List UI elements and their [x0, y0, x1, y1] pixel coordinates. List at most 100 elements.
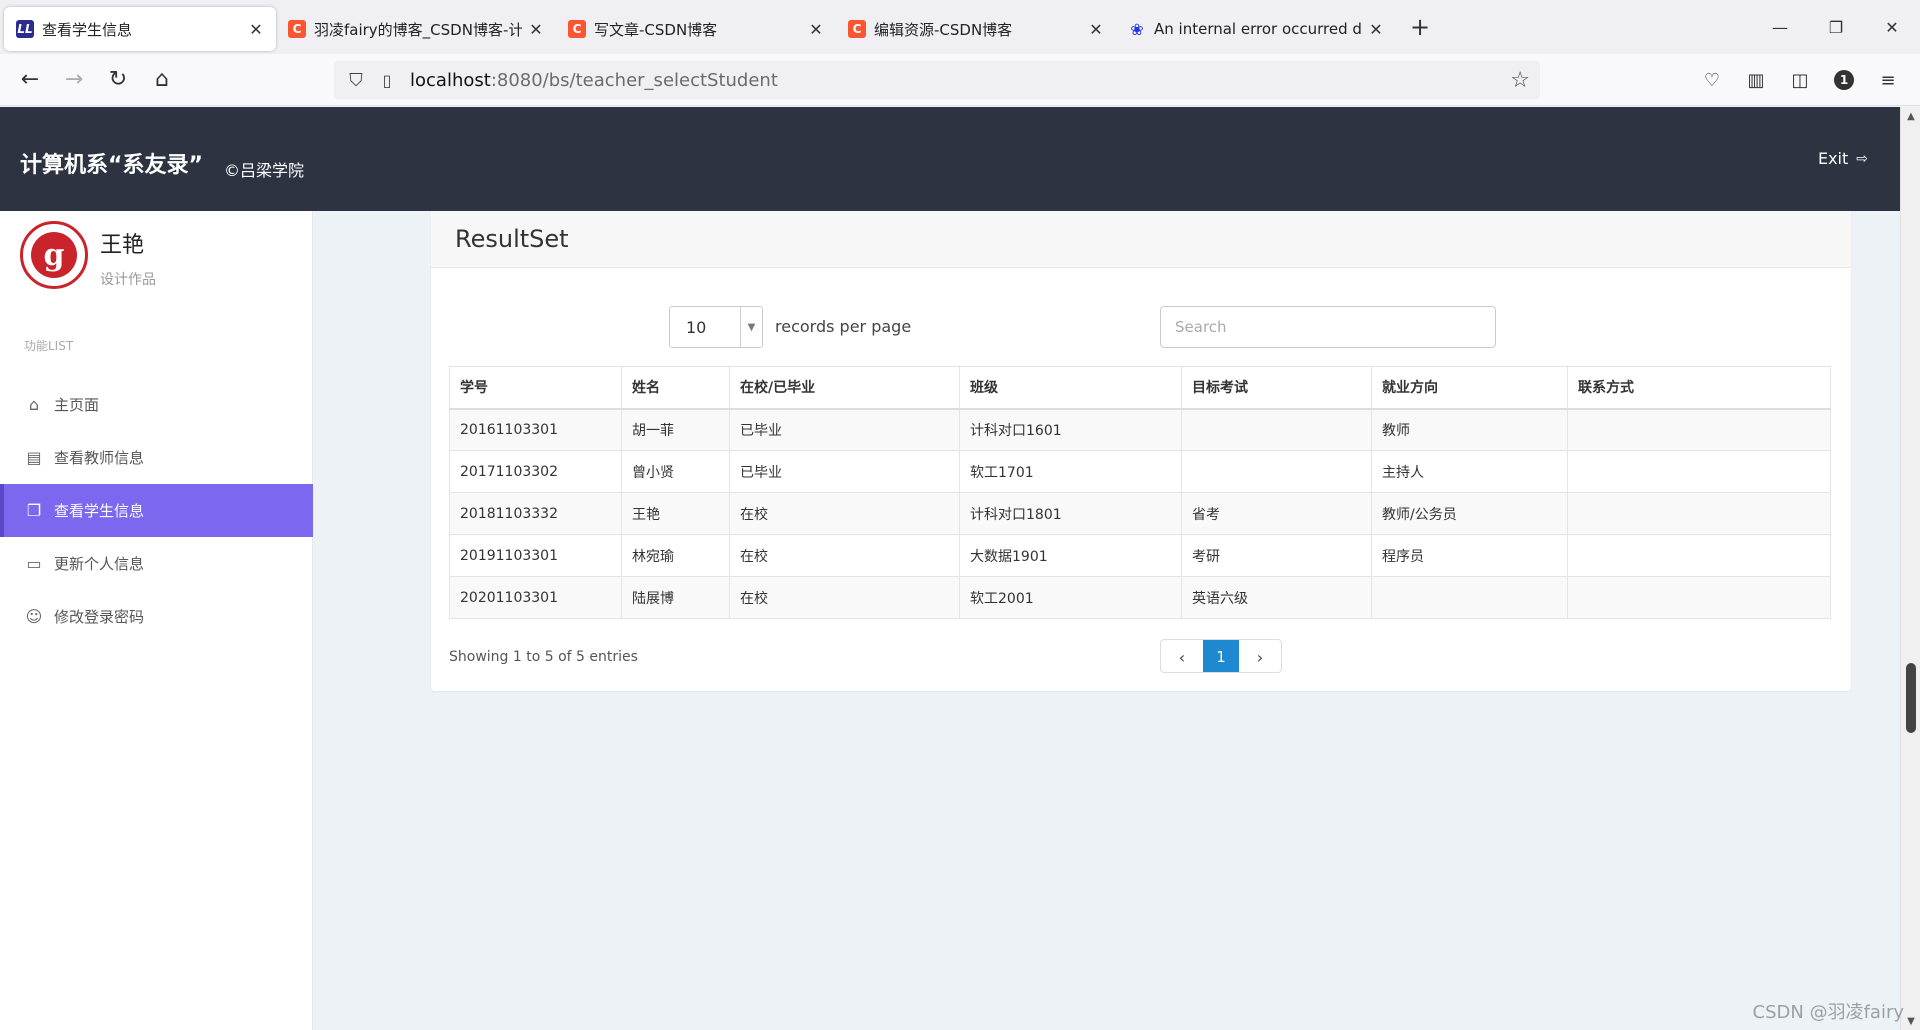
- previous-page-icon[interactable]: ‹: [1161, 640, 1203, 672]
- url-path: :8080/bs/teacher_selectStudent: [490, 69, 778, 91]
- sidebar: g 王艳 设计作品 功能LIST ⌂ 主页面 ▤ 查看教师信息 ❐ 查看学生信息…: [0, 211, 313, 1030]
- table-cell: 在校: [729, 534, 960, 577]
- sidebar-item-label: 主页面: [54, 396, 100, 414]
- browser-tab[interactable]: ❀ An internal error occurred du ✕: [1116, 7, 1396, 51]
- table-row: 20181103332 王艳 在校 计科对口1801 省考 教师/公务员: [449, 492, 1831, 535]
- table-cell: 在校: [729, 492, 960, 535]
- students-table: 学号 姓名 在校/已毕业 班级 目标考试 就业方向 联系方式 201611033…: [449, 366, 1831, 619]
- table-cell: 林宛瑜: [621, 534, 730, 577]
- scroll-up-icon[interactable]: ▲: [1901, 107, 1920, 125]
- tab-title: 查看学生信息: [42, 20, 133, 39]
- table-cell: 教师/公务员: [1371, 492, 1568, 535]
- close-tab-icon[interactable]: ✕: [1368, 20, 1384, 39]
- table-cell: [1567, 492, 1831, 535]
- bookmark-star-icon[interactable]: ☆: [1510, 68, 1530, 93]
- page-scrollbar[interactable]: ▲ ▼: [1900, 107, 1920, 1030]
- menu-hamburger-icon[interactable]: ≡: [1866, 58, 1910, 102]
- browser-tab[interactable]: C 羽凌fairy的博客_CSDN博客-计 ✕: [276, 7, 556, 51]
- tab-title: 羽凌fairy的博客_CSDN博客-计: [314, 20, 522, 39]
- browser-tab-bar: LL 查看学生信息 ✕ C 羽凌fairy的博客_CSDN博客-计 ✕ C 写文…: [0, 0, 1920, 54]
- table-cell: 王艳: [621, 492, 730, 535]
- close-window-icon[interactable]: ✕: [1864, 0, 1920, 54]
- page-icon[interactable]: ▯: [376, 71, 398, 90]
- column-header[interactable]: 姓名: [621, 366, 730, 410]
- table-cell: 软工1701: [959, 450, 1182, 493]
- page-length-select[interactable]: 10 ▼: [669, 306, 763, 348]
- table-controls: 10 ▼ records per page: [431, 306, 1851, 348]
- column-header[interactable]: 联系方式: [1567, 366, 1831, 410]
- account-badge[interactable]: 1: [1822, 58, 1866, 102]
- table-cell: 已毕业: [729, 408, 960, 451]
- column-header[interactable]: 班级: [959, 366, 1182, 410]
- column-header[interactable]: 目标考试: [1181, 366, 1372, 410]
- table-cell: [1567, 576, 1831, 619]
- tab-title: 编辑资源-CSDN博客: [874, 20, 1013, 39]
- column-header[interactable]: 就业方向: [1371, 366, 1568, 410]
- browser-tab[interactable]: C 写文章-CSDN博客 ✕: [556, 7, 836, 51]
- forward-icon[interactable]: →: [52, 58, 96, 102]
- table-row: 20161103301 胡一菲 已毕业 计科对口1601 教师: [449, 408, 1831, 451]
- sidebar-item-home[interactable]: ⌂ 主页面: [0, 378, 313, 431]
- close-tab-icon[interactable]: ✕: [808, 20, 824, 39]
- table-cell: [1181, 408, 1372, 451]
- shield-icon[interactable]: ⛉: [344, 70, 368, 91]
- site-favicon-icon: LL: [16, 20, 34, 38]
- close-tab-icon[interactable]: ✕: [248, 20, 264, 39]
- minimize-icon[interactable]: —: [1752, 0, 1808, 54]
- browser-tab[interactable]: C 编辑资源-CSDN博客 ✕: [836, 7, 1116, 51]
- sidebar-item-students[interactable]: ❐ 查看学生信息: [0, 484, 313, 537]
- table-cell: 曾小贤: [621, 450, 730, 493]
- library-icon[interactable]: ▥: [1734, 58, 1778, 102]
- sidebar-item-update-profile[interactable]: ▭ 更新个人信息: [0, 537, 313, 590]
- table-cell: 20191103301: [449, 534, 622, 577]
- sidebar-item-teachers[interactable]: ▤ 查看教师信息: [0, 431, 313, 484]
- address-bar[interactable]: ⛉ ▯ localhost:8080/bs/teacher_selectStud…: [334, 61, 1540, 99]
- app-title: 计算机系“系友录”: [20, 153, 203, 178]
- csdn-favicon-icon: C: [288, 20, 306, 38]
- table-cell: [1567, 534, 1831, 577]
- table-cell: 计科对口1801: [959, 492, 1182, 535]
- restore-icon[interactable]: ❐: [1808, 0, 1864, 54]
- browser-tools: ♡ ▥ ◫ 1 ≡: [1690, 54, 1910, 106]
- scroll-thumb[interactable]: [1906, 663, 1916, 733]
- table-cell: 在校: [729, 576, 960, 619]
- column-header[interactable]: 学号: [449, 366, 622, 410]
- reload-icon[interactable]: ↻: [96, 58, 140, 102]
- paw-favicon-icon: ❀: [1130, 19, 1144, 39]
- close-tab-icon[interactable]: ✕: [528, 20, 544, 39]
- table-cell: [1181, 450, 1372, 493]
- pagination: ‹ 1 ›: [1160, 639, 1282, 673]
- url-text[interactable]: localhost:8080/bs/teacher_selectStudent: [410, 70, 778, 91]
- next-page-icon[interactable]: ›: [1239, 640, 1281, 672]
- browser-tab-active[interactable]: LL 查看学生信息 ✕: [4, 7, 276, 51]
- table-row: 20201103301 陆展博 在校 软工2001 英语六级: [449, 576, 1831, 619]
- sidebar-item-change-password[interactable]: ☺ 修改登录密码: [0, 590, 313, 643]
- exit-button[interactable]: Exit ⇨: [1818, 149, 1868, 168]
- search-input[interactable]: [1160, 306, 1496, 348]
- table-cell: 胡一菲: [621, 408, 730, 451]
- page-number-button[interactable]: 1: [1203, 640, 1239, 672]
- sidebar-toggle-icon[interactable]: ◫: [1778, 58, 1822, 102]
- user-name: 王艳: [100, 233, 145, 258]
- back-icon[interactable]: ←: [8, 58, 52, 102]
- user-icon: ☺: [25, 607, 43, 626]
- home-icon: ⌂: [28, 395, 40, 414]
- window-icon: ❐: [26, 501, 42, 520]
- table-row: 20191103301 林宛瑜 在校 大数据1901 考研 程序员: [449, 534, 1831, 577]
- home-icon[interactable]: ⌂: [140, 58, 184, 102]
- table-cell: 大数据1901: [959, 534, 1182, 577]
- table-cell: 程序员: [1371, 534, 1568, 577]
- page-length-label: records per page: [775, 317, 912, 336]
- table-cell: 已毕业: [729, 450, 960, 493]
- table-cell: 计科对口1601: [959, 408, 1182, 451]
- csdn-favicon-icon: C: [848, 20, 866, 38]
- column-header[interactable]: 在校/已毕业: [729, 366, 960, 410]
- table-cell: [1371, 576, 1568, 619]
- new-tab-button[interactable]: +: [1402, 9, 1438, 45]
- url-host: localhost: [410, 69, 491, 91]
- close-tab-icon[interactable]: ✕: [1088, 20, 1104, 39]
- table-cell: [1567, 408, 1831, 451]
- chevron-down-icon: ▼: [740, 307, 762, 347]
- pocket-icon[interactable]: ♡: [1690, 58, 1734, 102]
- table-cell: 英语六级: [1181, 576, 1372, 619]
